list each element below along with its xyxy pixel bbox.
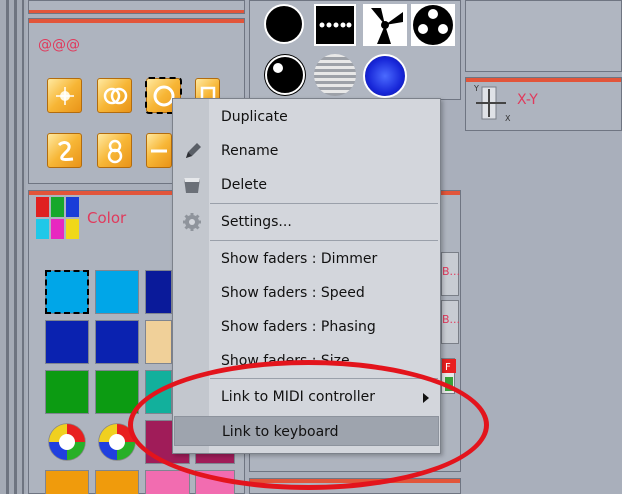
sparkle-icon xyxy=(55,86,74,105)
color-swatch-light-blue[interactable] xyxy=(95,270,139,314)
effect-button-figure-eight[interactable] xyxy=(97,133,132,168)
color-panel-title: Color xyxy=(87,209,127,227)
fader-tab-label: B... xyxy=(442,265,461,278)
strip-divider xyxy=(22,0,24,494)
fader-tab[interactable]: B... xyxy=(441,252,461,296)
effect-button-rings[interactable] xyxy=(97,78,132,113)
menu-item-show-faders-phasing[interactable]: Show faders : Phasing xyxy=(174,312,439,342)
trash-icon xyxy=(182,175,202,195)
gear-icon xyxy=(182,212,202,232)
color-swatch-light-blue-selected[interactable] xyxy=(45,270,89,314)
gobo-stripes-icon[interactable] xyxy=(314,54,356,96)
menu-separator xyxy=(210,203,438,204)
xy-axes-icon[interactable]: YX xyxy=(472,83,512,123)
line-icon xyxy=(151,149,167,152)
top-right-panel xyxy=(465,0,622,72)
menu-item-rename[interactable]: Rename xyxy=(174,136,439,166)
gobo-holes-icon[interactable] xyxy=(411,4,455,46)
gobo-line-dots-icon[interactable] xyxy=(314,4,356,46)
left-toolbar-strip xyxy=(0,0,26,494)
strip-divider xyxy=(14,0,17,494)
rings-icon xyxy=(103,87,127,104)
menu-item-label: Show faders : Dimmer xyxy=(221,251,378,267)
color-swatch-green[interactable] xyxy=(45,370,89,414)
fader-tab-label: B... xyxy=(442,313,461,326)
xy-panel-title: X-Y xyxy=(517,92,538,108)
menu-item-label: Show faders : Speed xyxy=(221,285,365,301)
menu-item-duplicate[interactable]: Duplicate xyxy=(174,102,439,132)
menu-item-show-faders-speed[interactable]: Show faders : Speed xyxy=(174,278,439,308)
gobo-half-moon-icon[interactable] xyxy=(264,54,306,96)
svg-text:F: F xyxy=(445,362,451,373)
strip-divider xyxy=(6,0,9,494)
color-swatch-orange[interactable] xyxy=(45,470,89,494)
menu-item-label: Delete xyxy=(221,177,267,193)
svg-text:Y: Y xyxy=(473,84,479,93)
color-wheel-icon[interactable] xyxy=(45,420,89,464)
menu-item-label: Show faders : Phasing xyxy=(221,319,376,335)
menu-separator xyxy=(210,240,438,241)
menu-item-settings[interactable]: Settings... xyxy=(174,207,439,237)
color-swatch-beige[interactable] xyxy=(145,320,172,364)
color-swatch-orange[interactable] xyxy=(95,470,139,494)
color-palette-icon xyxy=(36,197,80,241)
effect-button-line[interactable] xyxy=(146,133,172,168)
fader-tab[interactable]: B... xyxy=(441,300,461,344)
menu-item-delete[interactable]: Delete xyxy=(174,170,439,200)
color-swatch-green[interactable] xyxy=(95,370,139,414)
svg-text:X: X xyxy=(505,114,511,123)
s-curve-icon xyxy=(57,140,73,161)
effect-button-s-curve[interactable] xyxy=(47,133,82,168)
pencil-icon xyxy=(182,141,202,161)
color-swatch-blue[interactable] xyxy=(95,320,139,364)
effects-panel-title: @@@ xyxy=(38,37,80,53)
color-swatch-pink[interactable] xyxy=(145,470,190,494)
gobo-blue-speckle-icon[interactable] xyxy=(363,54,407,98)
effect-button-sparkle[interactable] xyxy=(47,78,82,113)
gobo-dots-ring-icon[interactable] xyxy=(264,4,304,44)
effects-panel-accent xyxy=(29,19,244,23)
figure-eight-icon xyxy=(107,139,122,163)
menu-item-label: Settings... xyxy=(221,214,292,230)
color-swatch-blue[interactable] xyxy=(45,320,89,364)
menu-item-show-faders-dimmer[interactable]: Show faders : Dimmer xyxy=(174,244,439,274)
highlight-ellipse-annotation xyxy=(128,360,489,490)
top-panel-edge xyxy=(28,0,245,14)
color-swatch-navy[interactable] xyxy=(145,270,172,314)
menu-item-label: Duplicate xyxy=(221,109,288,125)
gobo-propeller-icon[interactable] xyxy=(363,4,407,46)
menu-item-label: Rename xyxy=(221,143,279,159)
